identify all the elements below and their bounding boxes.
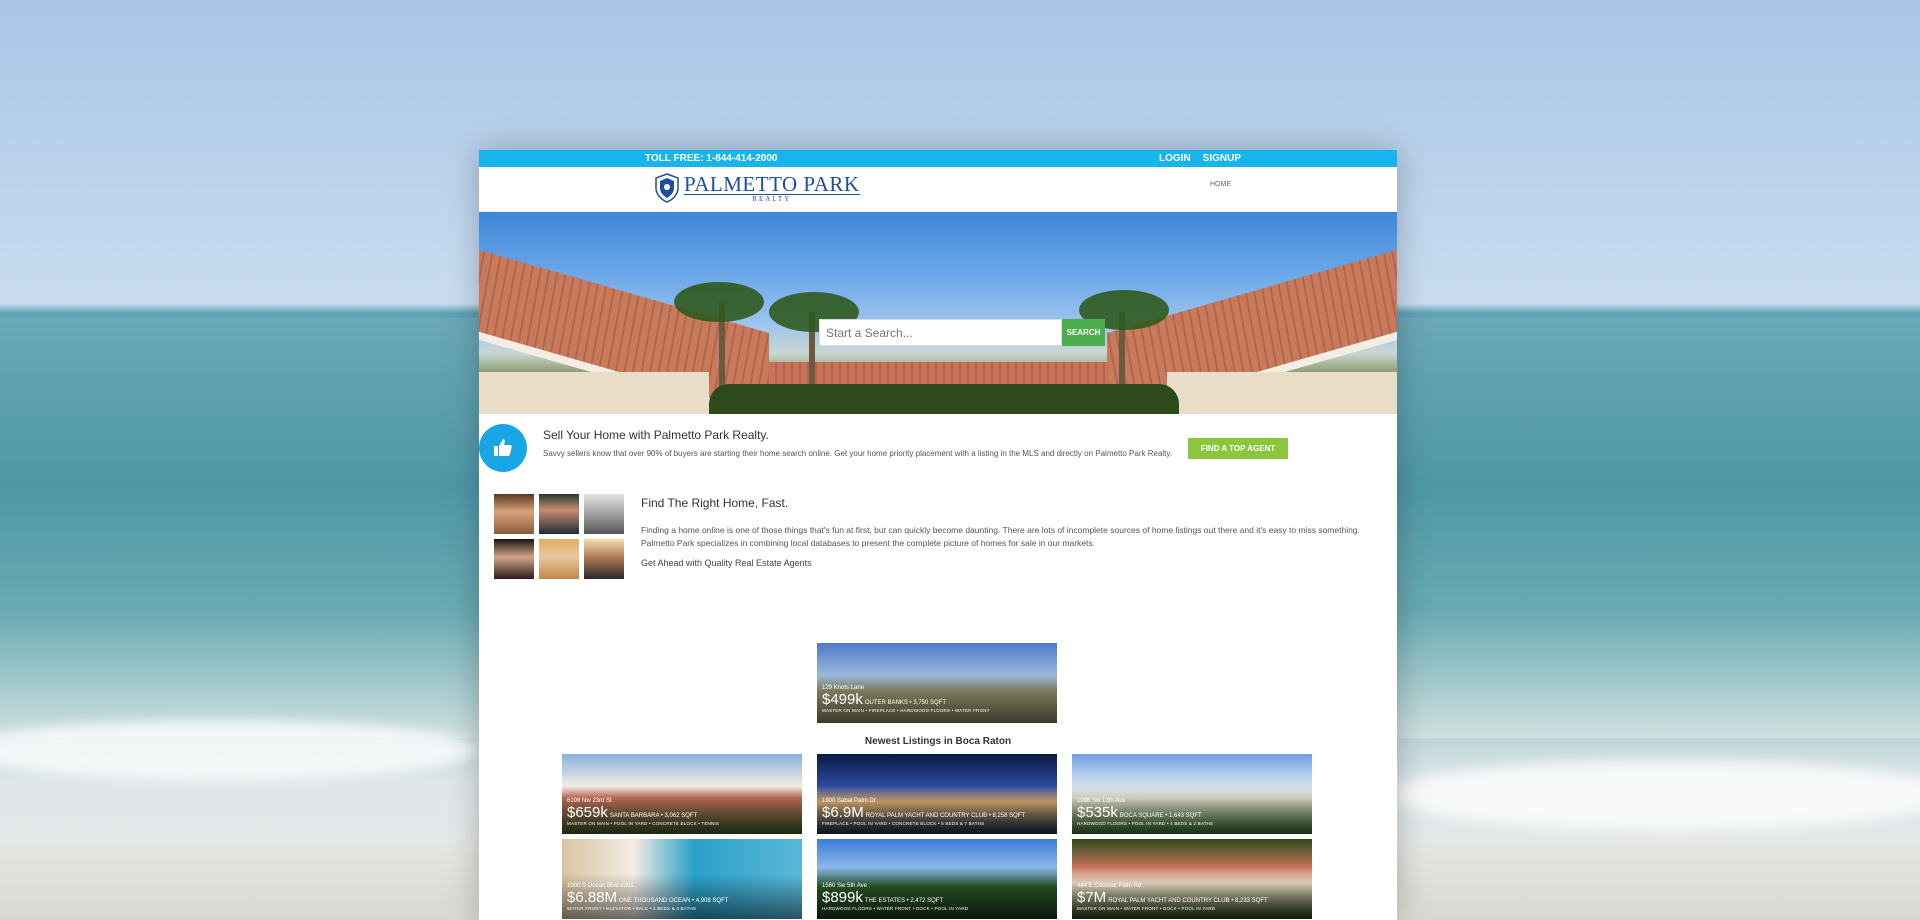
hero-search: SEARCH [819,319,1105,346]
agent-photo[interactable] [584,539,624,579]
site-header: PALMETTO PARK REALTY HOME [479,167,1397,212]
listing-price: $6.88M [567,889,618,906]
hero-banner: SEARCH [479,212,1397,414]
agent-photo[interactable] [584,494,624,534]
sell-text: Savvy sellers know that over 90% of buye… [543,449,1173,458]
top-bar: TOLL FREE: 1-844-414-2000 LOGIN SIGNUP [479,150,1397,167]
listing-card[interactable]: 1000 S Ocean Blvd #301 $6.88M ONE THOUSAN… [562,839,802,919]
listing-price: $899k [822,889,863,906]
listing-features: FIREPLACE • POOL IN YARD • CONCRETE BLOC… [822,821,985,826]
listings-grid: 6198 Nw 23rd St $659k SANTA BARBARA • 3,0… [562,754,1312,919]
toll-free-phone[interactable]: TOLL FREE: 1-844-414-2000 [645,153,777,164]
listing-details: ROYAL PALM YACHT AND COUNTRY CLUB • 8,25… [865,813,1026,819]
featured-listing-card[interactable]: 129 Knots Lane $499k OUTER BANKS • 3,750 … [817,643,1057,723]
listing-features: MASTER ON MAIN • WATER FRONT • DOCK • PO… [1077,906,1216,911]
auth-links: LOGIN SIGNUP [1159,153,1241,164]
listing-details: SANTA BARBARA • 3,062 SQFT [609,813,698,819]
newest-listings-title: Newest Listings in Boca Raton [864,736,1012,747]
hero-wall-left [479,372,709,414]
website-mockup: TOLL FREE: 1-844-414-2000 LOGIN SIGNUP P… [479,150,1397,920]
listing-card[interactable]: 1560 Sw 5th Ave $899k THE ESTATES • 2,472… [817,839,1057,919]
brand-tagline: REALTY [752,194,792,203]
login-link[interactable]: LOGIN [1159,153,1191,164]
find-subtitle: Get Ahead with Quality Real Estate Agent… [641,558,812,568]
find-text: Finding a home online is one of those th… [641,525,1360,548]
signup-link[interactable]: SIGNUP [1203,153,1241,164]
listing-features: MASTER ON MAIN • FIREPLACE • HARDWOOD FL… [822,708,990,713]
shield-logo-icon [655,173,679,203]
listing-features: HARDWOOD FLOORS • POOL IN YARD • 4 BEDS … [1077,821,1214,826]
thumbs-up-icon [479,424,527,472]
agent-photo[interactable] [494,494,534,534]
sell-section: Sell Your Home with Palmetto Park Realty… [479,414,1397,494]
listing-price: $659k [567,804,608,821]
listing-details: OUTER BANKS • 3,750 SQFT [864,700,946,706]
find-title: Find The Right Home, Fast. [641,496,789,510]
listing-features: MASTER ON MAIN • POOL IN YARD • CONCRETE… [567,821,720,826]
hero-wall-right [1167,372,1397,414]
listing-card[interactable]: 6198 Nw 23rd St $659k SANTA BARBARA • 3,0… [562,754,802,834]
listing-details: THE ESTATES • 2,472 SQFT [864,898,944,904]
listing-price: $499k [822,691,863,708]
listing-card[interactable]: 1900 Sabal Palm Dr $6.9M ROYAL PALM YACHT… [817,754,1057,834]
listing-price: $535k [1077,804,1118,821]
listing-price: $6.9M [822,804,864,821]
find-top-agent-button[interactable]: FIND A TOP AGENT [1188,438,1288,459]
background-foam [1390,760,1920,830]
brand-name: PALMETTO PARK [684,171,860,196]
sell-title: Sell Your Home with Palmetto Park Realty… [543,428,769,442]
nav-home-link[interactable]: HOME [1210,181,1231,188]
search-button[interactable]: SEARCH [1062,319,1105,346]
listing-card[interactable]: 1098 Sw 13th Ave $535k BOCA SQUARE • 1,64… [1072,754,1312,834]
palm-frond [674,282,764,322]
agent-photo[interactable] [539,539,579,579]
brand-logo[interactable]: PALMETTO PARK REALTY [654,173,860,203]
listing-features: HARDWOOD FLOORS • WATER FRONT • DOCK • P… [822,906,969,911]
listing-price: $7M [1077,889,1107,906]
agent-photo[interactable] [539,494,579,534]
agent-photo-grid [494,494,624,579]
listing-details: ROYAL PALM YACHT AND COUNTRY CLUB • 8,23… [1108,898,1268,904]
listing-card[interactable]: 444 E Coconut Palm Rd $7M ROYAL PALM YACH… [1072,839,1312,919]
find-section: Find The Right Home, Fast. Finding a hom… [479,494,1397,612]
hero-hedge [709,384,1179,414]
background-foam [0,720,480,780]
listing-features: WATER FRONT • ELEVATOR • BALC • 4 BEDS &… [567,906,697,911]
search-input[interactable] [819,319,1062,346]
listing-details: ONE THOUSAND OCEAN • 4,908 SQFT [619,898,729,904]
listing-details: BOCA SQUARE • 1,643 SQFT [1119,813,1202,819]
agent-photo[interactable] [494,539,534,579]
